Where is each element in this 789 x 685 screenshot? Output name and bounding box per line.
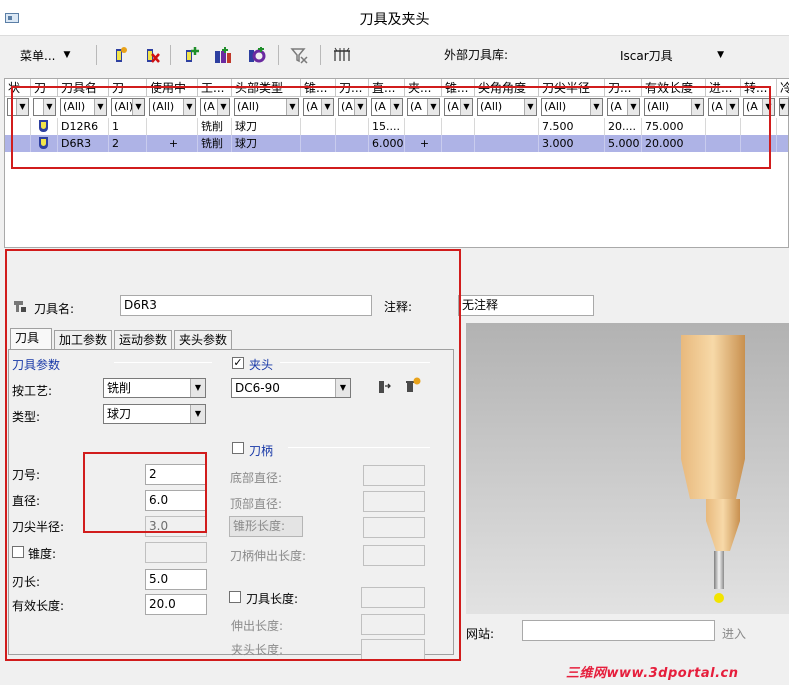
column-filter[interactable]: (A▼ [779, 98, 789, 116]
chevron-down-icon: ▼ [63, 50, 71, 60]
external-lib-label: 外部刀具库: [444, 48, 509, 62]
website-input[interactable] [522, 620, 715, 641]
highlight-box [11, 86, 771, 169]
table-cell [777, 118, 789, 135]
watermark: 三维网www.3dportal.cn [566, 666, 739, 681]
comment-input[interactable]: 无注释 [458, 295, 594, 316]
tool-settings-icon[interactable] [244, 44, 268, 66]
columns-icon[interactable] [330, 44, 354, 66]
chevron-down-icon: ▼ [717, 50, 724, 60]
chevron-down-icon: ▼ [780, 99, 788, 115]
table-cell [777, 135, 789, 152]
highlight-box [83, 452, 207, 533]
menu-label: 菜单... [20, 48, 56, 63]
toolbar-separator [96, 45, 97, 65]
add-tool-icon[interactable] [180, 44, 202, 66]
toolbar-separator [320, 45, 321, 65]
toolbar-separator [170, 45, 171, 65]
column-header[interactable]: 冷 [777, 79, 789, 97]
title-bar: 刀具及夹头 [0, 0, 789, 36]
toolbar: 菜单... ▼ 外部刀具库: Iscar刀具 ▼ [0, 37, 789, 73]
clear-filter-icon[interactable] [288, 44, 310, 66]
highlight-box [5, 249, 461, 661]
go-button[interactable]: 进入 [722, 625, 746, 642]
tool-3d-icon [681, 335, 745, 603]
external-lib-dropdown[interactable]: Iscar刀具 ▼ [620, 44, 730, 66]
external-lib-value: Iscar刀具 [620, 48, 673, 63]
menu-button[interactable]: 菜单... ▼ [20, 44, 82, 66]
window-title: 刀具及夹头 [359, 12, 430, 28]
tool-preview [466, 323, 789, 614]
new-tool-icon[interactable] [108, 44, 130, 66]
tool-library-icon[interactable] [212, 44, 234, 66]
delete-tool-icon[interactable] [140, 44, 162, 66]
website-label: 网站: [466, 627, 495, 641]
toolbar-separator [278, 45, 279, 65]
